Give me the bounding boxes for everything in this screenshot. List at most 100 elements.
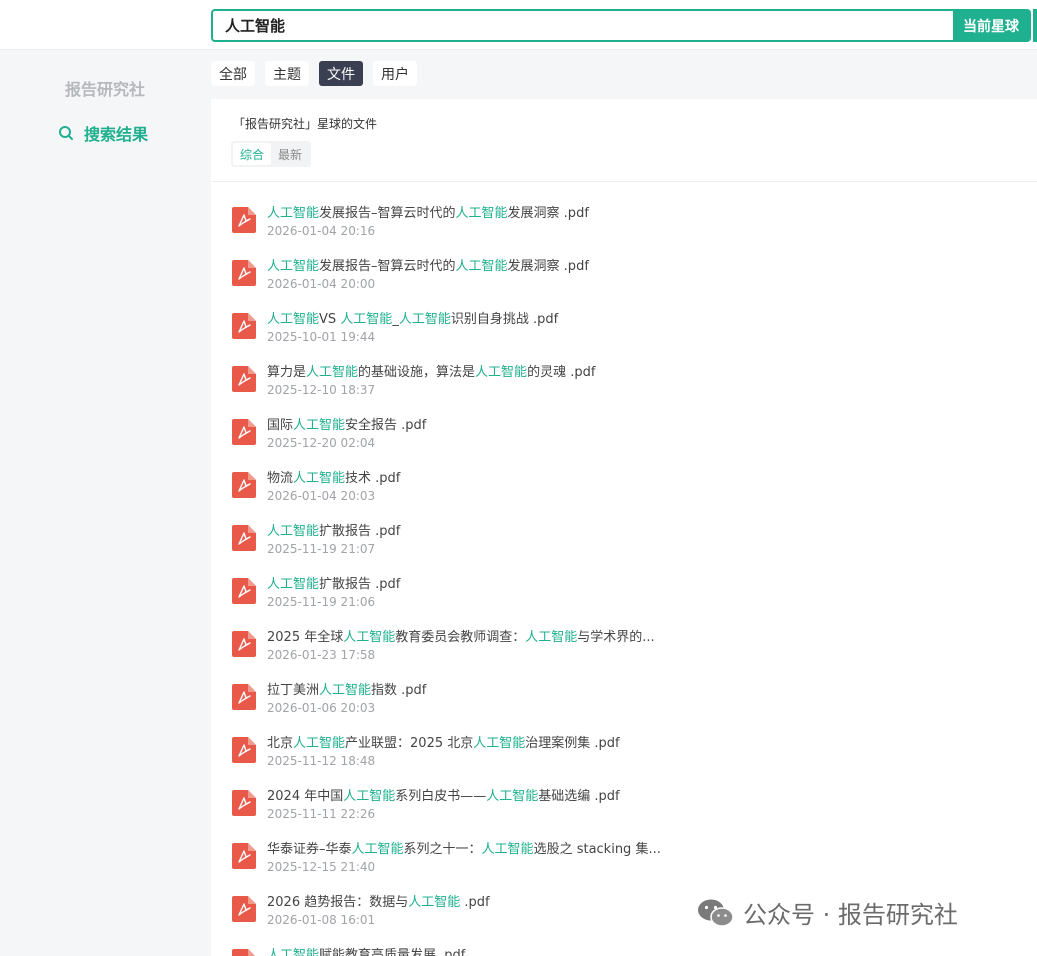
pdf-file-icon [232,260,256,286]
file-name[interactable]: 人工智能发展报告–智算云时代的人工智能发展洞察 .pdf [267,205,589,223]
file-timestamp: 2026-01-04 20:00 [267,277,376,291]
file-item[interactable]: 人工智能扩散报告 .pdf 2025-11-19 21:07 [232,523,1032,576]
file-name[interactable]: 2024 年中国人工智能系列白皮书——人工智能基础选编 .pdf [267,788,620,806]
sidebar-item-label: 搜索结果 [84,125,149,144]
file-text: 2024 年中国人工智能系列白皮书——人工智能基础选编 .pdf 2025-11-… [267,788,620,822]
file-text: 人工智能发展报告–智算云时代的人工智能发展洞察 .pdf 2026-01-04 2… [267,258,589,292]
file-name-segment: 扩散报告 .pdf [319,577,401,592]
file-timestamp: 2025-11-19 21:07 [267,542,376,556]
sidebar: 报告研究社 搜索结果 [0,51,210,956]
file-name-segment: 识别自身挑战 .pdf [450,312,559,327]
file-timestamp: 2025-12-15 21:40 [267,860,376,874]
file-text: 2025 年全球人工智能教育委员会教师调查：人工智能与学术界的... 2026-0… [267,629,655,663]
pdf-file-icon [232,419,256,445]
file-item[interactable]: 算力是人工智能的基础设施，算法是人工智能的灵魂 .pdf 2025-12-10 1… [232,364,1032,417]
file-name-segment: 发展洞察 .pdf [507,259,589,274]
tab-files[interactable]: 文件 [319,61,363,86]
edge-strip [1033,9,1037,42]
file-item[interactable]: 拉丁美洲人工智能指数 .pdf 2026-01-06 20:03 [232,682,1032,735]
file-name-segment: 安全报告 .pdf [345,418,427,433]
scope-search-button[interactable]: 当前星球 [953,11,1029,40]
keyword-highlight: 人工智能 [486,789,539,804]
file-item[interactable]: 华泰证券–华泰人工智能系列之十一：人工智能选股之 stacking 集... 20… [232,841,1032,894]
file-item[interactable]: 人工智能赋能教育高质量发展 .pdf [232,947,1032,956]
pdf-file-icon [232,472,256,498]
file-name[interactable]: 人工智能扩散报告 .pdf [267,576,400,594]
file-name-segment: 治理案例集 .pdf [525,736,620,751]
wechat-icon [698,899,734,927]
file-item[interactable]: 2024 年中国人工智能系列白皮书——人工智能基础选编 .pdf 2025-11-… [232,788,1032,841]
file-name[interactable]: 2026 趋势报告：数据与人工智能 .pdf [267,894,490,912]
file-name[interactable]: 2025 年全球人工智能教育委员会教师调查：人工智能与学术界的... [267,629,655,647]
file-name-segment: 的基础设施，算法是 [358,365,476,380]
file-timestamp: 2026-01-04 20:16 [267,224,376,238]
file-name[interactable]: 拉丁美洲人工智能指数 .pdf [267,682,426,700]
file-item[interactable]: 人工智能扩散报告 .pdf 2025-11-19 21:06 [232,576,1032,629]
file-item[interactable]: 国际人工智能安全报告 .pdf 2025-12-20 02:04 [232,417,1032,470]
file-text: 华泰证券–华泰人工智能系列之十一：人工智能选股之 stacking 集... 20… [267,841,661,875]
file-name-segment: .pdf [460,895,490,910]
file-name[interactable]: 国际人工智能安全报告 .pdf [267,417,426,435]
search-input[interactable] [213,11,953,40]
file-name[interactable]: 人工智能发展报告–智算云时代的人工智能发展洞察 .pdf [267,258,589,276]
watermark-text: 公众号 · 报告研究社 [743,901,958,929]
tab-users[interactable]: 用户 [373,61,417,86]
file-timestamp: 2025-11-19 21:06 [267,595,376,609]
file-name[interactable]: 北京人工智能产业联盟：2025 北京人工智能治理案例集 .pdf [267,735,620,753]
file-name-segment: 选股之 stacking 集... [533,842,661,857]
file-text: 拉丁美洲人工智能指数 .pdf 2026-01-06 20:03 [267,682,426,716]
file-name-segment: 赋能教育高质量发展 .pdf [319,948,466,956]
keyword-highlight: 人工智能 [267,312,320,327]
file-item[interactable]: 北京人工智能产业联盟：2025 北京人工智能治理案例集 .pdf 2025-11-… [232,735,1032,788]
pdf-file-icon [232,843,256,869]
file-item[interactable]: 人工智能VS 人工智能_人工智能识别自身挑战 .pdf 2025-10-01 19… [232,311,1032,364]
results-panel: 「报告研究社」星球的文件 综合 最新 人工智能发展报告–智算云时代的人工智能发展… [211,99,1037,956]
sort-latest[interactable]: 最新 [271,143,309,165]
file-text: 人工智能VS 人工智能_人工智能识别自身挑战 .pdf 2025-10-01 19… [267,311,558,345]
file-name-segment: 发展报告–智算云时代的 [319,206,456,221]
file-item[interactable]: 2025 年全球人工智能教育委员会教师调查：人工智能与学术界的... 2026-0… [232,629,1032,682]
search-box: 当前星球 [211,9,1031,42]
file-name[interactable]: 华泰证券–华泰人工智能系列之十一：人工智能选股之 stacking 集... [267,841,661,859]
tab-all[interactable]: 全部 [211,61,255,86]
file-name[interactable]: 人工智能赋能教育高质量发展 .pdf [267,947,465,956]
watermark: 公众号 · 报告研究社 [697,895,958,930]
sort-toggle: 综合 最新 [231,141,312,167]
tab-topics[interactable]: 主题 [265,61,309,86]
file-text: 北京人工智能产业联盟：2025 北京人工智能治理案例集 .pdf 2025-11-… [267,735,620,769]
file-name[interactable]: 算力是人工智能的基础设施，算法是人工智能的灵魂 .pdf [267,364,595,382]
file-timestamp: 2026-01-06 20:03 [267,701,376,715]
file-text: 算力是人工智能的基础设施，算法是人工智能的灵魂 .pdf 2025-12-10 1… [267,364,595,398]
top-bar: 当前星球 [0,0,1037,50]
file-name-segment: 基础选编 .pdf [538,789,620,804]
file-item[interactable]: 人工智能发展报告–智算云时代的人工智能发展洞察 .pdf 2026-01-04 2… [232,258,1032,311]
pdf-file-icon [232,313,256,339]
file-name[interactable]: 人工智能扩散报告 .pdf [267,523,400,541]
sidebar-item-search-results[interactable]: 搜索结果 [58,121,148,145]
keyword-highlight: 人工智能 [293,736,346,751]
keyword-highlight: 人工智能 [398,312,451,327]
file-name-segment: 的灵魂 .pdf [527,365,596,380]
file-text: 人工智能赋能教育高质量发展 .pdf [267,947,465,956]
file-name[interactable]: 物流人工智能技术 .pdf [267,470,400,488]
file-name-segment: 技术 .pdf [345,471,401,486]
keyword-highlight: 人工智能 [343,630,396,645]
pdf-file-icon [232,207,256,233]
file-name-segment: 物流 [267,471,294,486]
keyword-highlight: 人工智能 [475,365,528,380]
file-name-segment: 北京 [267,736,294,751]
file-item[interactable]: 人工智能发展报告–智算云时代的人工智能发展洞察 .pdf 2026-01-04 2… [232,205,1032,258]
sidebar-title[interactable]: 报告研究社 [0,76,210,100]
keyword-highlight: 人工智能 [267,577,320,592]
pdf-file-icon [232,631,256,657]
file-name-segment: 2026 趋势报告：数据与 [267,895,409,910]
file-name-segment: 国际 [267,418,294,433]
sort-comprehensive[interactable]: 综合 [233,143,272,165]
file-timestamp: 2025-10-01 19:44 [267,330,376,344]
keyword-highlight: 人工智能 [319,683,372,698]
pdf-file-icon [232,525,256,551]
file-name[interactable]: 人工智能VS 人工智能_人工智能识别自身挑战 .pdf [267,311,558,329]
file-item[interactable]: 物流人工智能技术 .pdf 2026-01-04 20:03 [232,470,1032,523]
file-name-segment: 发展报告–智算云时代的 [319,259,456,274]
file-name-segment: 系列之十一： [403,842,482,857]
